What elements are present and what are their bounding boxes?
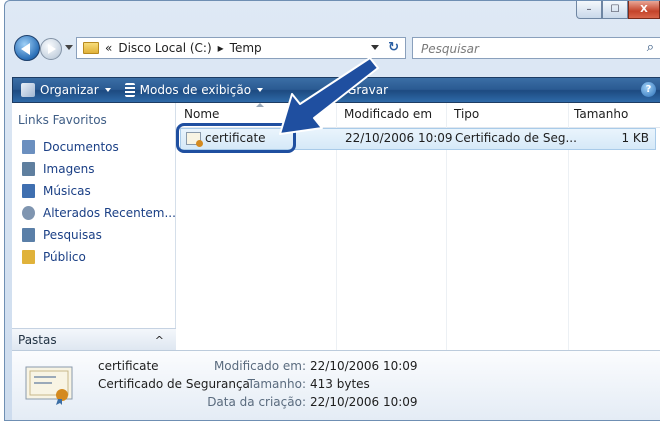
file-size: 1 KB xyxy=(621,131,649,145)
folder-icon xyxy=(83,42,99,54)
maximize-button[interactable]: ☐ xyxy=(602,1,628,19)
recent-changes-icon xyxy=(22,206,35,220)
forward-arrow-icon xyxy=(48,44,56,54)
search-icon[interactable]: ⌕ xyxy=(647,40,654,55)
organize-label: Organizar xyxy=(40,83,99,97)
details-modified-value: 22/10/2006 10:09 xyxy=(310,359,418,373)
nav-item-publico[interactable]: Público xyxy=(12,246,176,268)
window-controls: – ☐ X xyxy=(576,1,660,21)
pictures-icon xyxy=(22,162,35,176)
nav-item-imagens[interactable]: Imagens xyxy=(12,158,176,180)
callout-arrow-icon xyxy=(279,57,379,135)
nav-item-label: Músicas xyxy=(43,184,91,198)
back-arrow-icon xyxy=(21,43,30,55)
details-size-label: Tamanho: xyxy=(247,377,306,391)
navigation-pane: Links Favoritos Documentos Imagens Músic… xyxy=(12,103,176,343)
details-file-name: certificate xyxy=(98,359,159,373)
refresh-icon[interactable]: ↻ xyxy=(388,40,399,55)
search-box[interactable]: ⌕ xyxy=(412,37,660,59)
breadcrumb-overflow[interactable]: « xyxy=(105,41,112,55)
history-dropdown-icon[interactable] xyxy=(65,45,73,50)
column-header-size[interactable]: Tamanho xyxy=(574,107,628,121)
views-label: Modos de exibição xyxy=(139,83,252,97)
details-size-value: 413 bytes xyxy=(310,377,370,391)
nav-item-documentos[interactable]: Documentos xyxy=(12,136,176,158)
folders-label: Pastas xyxy=(18,332,57,347)
nav-item-label: Público xyxy=(43,250,86,264)
nav-item-pesquisas[interactable]: Pesquisas xyxy=(12,224,176,246)
nav-item-label: Imagens xyxy=(43,162,95,176)
details-pane: certificate Certificado de Segurança Mod… xyxy=(12,350,660,420)
favorite-links-heading: Links Favoritos xyxy=(18,113,107,127)
certificate-thumbnail-icon xyxy=(25,366,73,405)
nav-item-label: Pesquisas xyxy=(43,228,102,242)
documents-icon xyxy=(22,140,35,154)
help-icon[interactable]: ? xyxy=(641,82,656,97)
views-icon xyxy=(124,83,135,97)
organize-button[interactable]: Organizar xyxy=(21,83,111,97)
searches-icon xyxy=(22,228,35,242)
details-created-value: 22/10/2006 10:09 xyxy=(310,395,418,409)
address-dropdown-icon[interactable] xyxy=(371,45,379,50)
nav-item-label: Documentos xyxy=(43,140,119,154)
nav-item-label: Alterados Recentem... xyxy=(43,206,176,220)
close-button[interactable]: X xyxy=(628,1,660,19)
forward-button[interactable] xyxy=(40,38,62,60)
organize-icon xyxy=(21,83,35,97)
views-button[interactable]: Modos de exibição xyxy=(124,83,264,97)
sort-ascending-icon xyxy=(256,103,264,107)
chevron-up-icon: ^ xyxy=(154,334,164,347)
breadcrumb-separator[interactable]: ▸ xyxy=(218,41,224,55)
minimize-button[interactable]: – xyxy=(576,1,602,19)
views-dropdown-icon xyxy=(257,88,264,92)
public-folder-icon xyxy=(22,250,35,264)
back-button[interactable] xyxy=(14,35,40,61)
details-modified-label: Modificado em: xyxy=(213,359,306,373)
folders-toggle[interactable]: Pastas ^ xyxy=(12,328,176,350)
column-header-type[interactable]: Tipo xyxy=(454,107,479,121)
search-input[interactable] xyxy=(419,39,623,59)
breadcrumb-temp[interactable]: Temp xyxy=(230,41,262,55)
nav-item-recent[interactable]: Alterados Recentem... xyxy=(12,202,176,224)
details-created-label: Data da criação: xyxy=(207,395,306,409)
organize-dropdown-icon xyxy=(104,88,111,92)
favorite-links-list: Documentos Imagens Músicas Alterados Rec… xyxy=(12,136,176,268)
column-header-name[interactable]: Nome xyxy=(184,107,219,121)
file-type: Certificado de Seg... xyxy=(455,131,577,145)
breadcrumb-drive[interactable]: Disco Local (C:) xyxy=(118,41,211,55)
nav-item-musicas[interactable]: Músicas xyxy=(12,180,176,202)
music-icon xyxy=(22,184,35,198)
